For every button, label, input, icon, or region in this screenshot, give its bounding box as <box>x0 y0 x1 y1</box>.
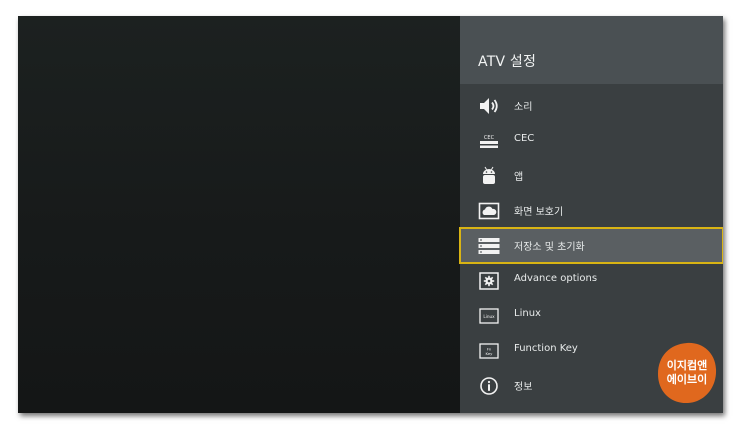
menu-item-label: 화면 보호기 <box>514 207 564 218</box>
menu-item-linux[interactable]: Linux Linux <box>460 298 723 333</box>
info-icon <box>477 376 501 396</box>
panel-header: ATV 설정 <box>460 16 723 84</box>
menu-item-apps[interactable]: 앱 <box>460 158 723 193</box>
menu-item-sound[interactable]: 소리 <box>460 88 723 123</box>
screenshot-frame: ATV 설정 소리 CEC CEC 앱 화면 보호기 저장소 및 초기화 Adv… <box>0 0 743 430</box>
menu-item-advance-options[interactable]: Advance options <box>460 263 723 298</box>
linux-icon: Linux <box>477 306 501 326</box>
speaker-icon <box>477 96 501 116</box>
watermark-logo: 이지컴앤 에이브이 <box>655 340 719 406</box>
menu-item-label: Advance options <box>514 273 598 284</box>
menu-item-label: 앱 <box>514 172 524 183</box>
storage-icon <box>477 236 501 256</box>
tv-screen: ATV 설정 소리 CEC CEC 앱 화면 보호기 저장소 및 초기화 Adv… <box>18 16 723 413</box>
cec-icon-text: CEC <box>484 135 495 141</box>
menu-item-storage-reset[interactable]: 저장소 및 초기화 <box>459 227 723 264</box>
watermark-line2: 에이브이 <box>666 373 708 386</box>
fn-icon-text-line2: Key <box>486 351 494 356</box>
watermark-line1: 이지컴앤 <box>666 359 708 372</box>
menu-item-label: 저장소 및 초기화 <box>514 242 585 253</box>
android-icon <box>477 166 501 186</box>
background-content-area <box>18 16 460 413</box>
cec-icon: CEC <box>477 131 501 151</box>
screensaver-icon <box>477 201 501 221</box>
advance-options-icon <box>477 271 501 291</box>
menu-item-screensaver[interactable]: 화면 보호기 <box>460 193 723 228</box>
menu-item-label: 소리 <box>514 102 533 113</box>
menu-item-cec[interactable]: CEC CEC <box>460 123 723 158</box>
menu-item-label: 정보 <box>514 382 533 393</box>
panel-title: ATV 설정 <box>478 54 537 70</box>
function-key-icon: Fn Key <box>477 341 501 361</box>
menu-item-label: Function Key <box>514 343 578 354</box>
linux-icon-text: Linux <box>483 314 495 319</box>
menu-item-label: Linux <box>514 308 541 319</box>
menu-item-label: CEC <box>514 133 535 144</box>
